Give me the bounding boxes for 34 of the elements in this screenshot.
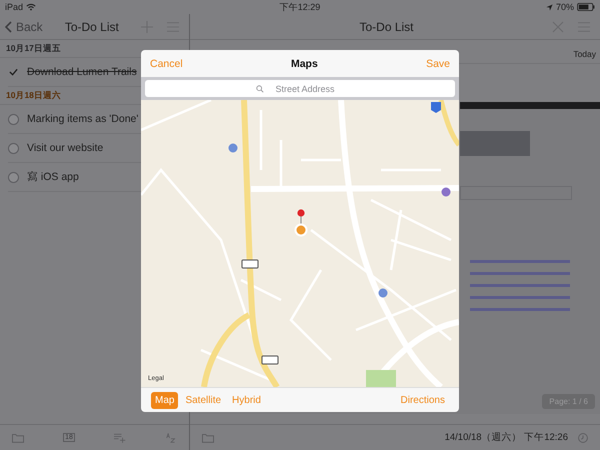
folder-icon[interactable] bbox=[12, 432, 24, 442]
back-chevron-icon[interactable] bbox=[5, 20, 12, 32]
timestamp: 14/10/18（週六） 下午12:26 bbox=[444, 431, 568, 444]
map-type-tab[interactable]: Map bbox=[151, 392, 178, 408]
folder-icon[interactable] bbox=[202, 432, 214, 442]
battery-icon bbox=[577, 3, 595, 11]
task-title[interactable]: Visit our website bbox=[27, 142, 104, 154]
map-type-tab[interactable]: Hybrid bbox=[228, 392, 265, 408]
task-title[interactable]: Marking items as 'Done' bbox=[27, 113, 138, 125]
clock-icon[interactable] bbox=[578, 432, 588, 442]
location-arrow-icon bbox=[546, 4, 553, 10]
task-title[interactable]: 寫 iOS app bbox=[27, 170, 79, 184]
task-checkbox[interactable] bbox=[8, 172, 19, 182]
nav-title: To-Do List bbox=[358, 20, 415, 34]
back-button[interactable]: Back bbox=[5, 20, 43, 34]
search-icon bbox=[256, 85, 264, 93]
battery-percent: 70% bbox=[556, 2, 574, 12]
banner-image bbox=[460, 131, 530, 156]
cancel-button[interactable]: Cancel bbox=[150, 58, 183, 70]
directions-button[interactable]: Directions bbox=[396, 392, 449, 408]
task-checkbox[interactable] bbox=[8, 66, 19, 78]
search-field[interactable]: Street Address bbox=[145, 80, 455, 97]
task-checkbox[interactable] bbox=[8, 114, 19, 124]
task-title[interactable]: Download Lumen Trails bbox=[27, 66, 137, 78]
task-checkbox[interactable] bbox=[8, 142, 19, 154]
status-time: 下午12:29 bbox=[280, 0, 320, 14]
sort-az-icon[interactable] bbox=[164, 432, 177, 442]
location-dot-icon bbox=[294, 223, 308, 237]
wifi-icon bbox=[26, 3, 36, 11]
device-name: iPad bbox=[5, 2, 24, 12]
map-type-tab[interactable]: Satellite bbox=[181, 392, 226, 408]
map-pin-icon bbox=[297, 209, 305, 225]
add-list-icon[interactable] bbox=[114, 432, 126, 442]
nav-title: To-Do List bbox=[64, 20, 120, 34]
